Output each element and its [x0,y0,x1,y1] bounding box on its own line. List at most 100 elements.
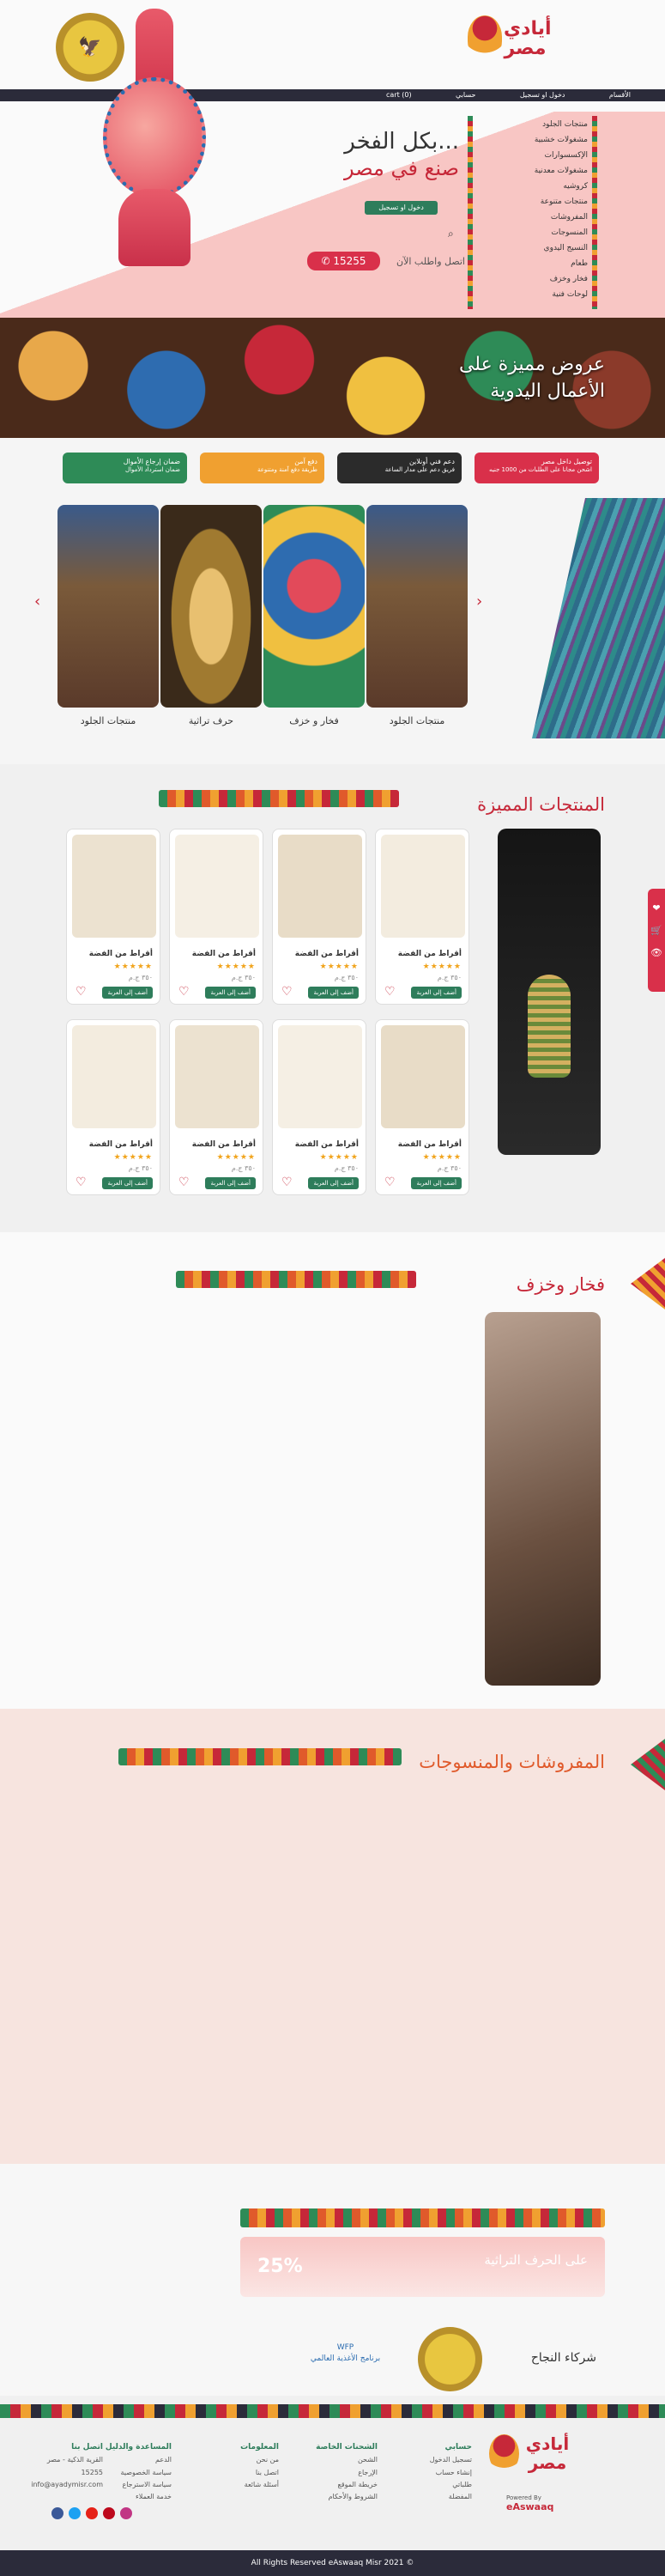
category-6[interactable]: منتجات متنوعة [541,197,588,206]
nav-categories[interactable]: الأقسام [609,91,631,100]
instagram-icon[interactable] [120,2507,132,2519]
footer-link[interactable]: اتصل بنا [189,2467,279,2479]
product-name[interactable]: أقراط من الفضة [398,1140,462,1149]
thumb-1[interactable] [366,505,468,708]
product-image[interactable] [278,1025,362,1128]
youtube-icon[interactable] [86,2507,98,2519]
footer-link[interactable]: 15255 [13,2467,103,2479]
register-button[interactable]: دخول او تسجيل [365,201,438,215]
product-image[interactable] [72,1025,156,1128]
product-image[interactable] [278,835,362,938]
category-5[interactable]: كروشيه [563,182,588,191]
product-name[interactable]: أقراط من الفضة [295,1140,359,1149]
add-to-cart-button[interactable]: أضف إلى العربة [102,1177,153,1189]
phone-button[interactable]: ✆ 15255 [307,252,380,270]
logo[interactable]: أيادي مصر [468,7,552,80]
category-1[interactable]: منتجات الجلود [542,120,588,129]
search-icon[interactable]: ⌕ [448,228,454,240]
product-name[interactable]: أقراط من الفضة [192,1140,256,1149]
service-3[interactable]: دفع آمن طريقة دفع آمنة ومتنوعة [200,453,324,483]
thumb-3-label[interactable]: حرف تراثية [160,715,262,726]
product-card[interactable]: أقراط من الفضة ★★★★★ ٣٥٠ ج.م أضف إلى العربة… [169,1019,263,1195]
product-name[interactable]: أقراط من الفضة [295,950,359,958]
add-to-cart-button[interactable]: أضف إلى العربة [411,987,462,999]
category-10[interactable]: طعام [571,259,588,268]
category-2[interactable]: مشغولات خشبية [535,136,588,144]
add-to-cart-button[interactable]: أضف إلى العربة [308,987,359,999]
product-name[interactable]: أقراط من الفضة [89,950,153,958]
wishlist-icon[interactable]: ❤ [648,897,665,920]
heart-icon[interactable]: ♡ [384,1176,396,1188]
footer-link[interactable]: خريطة الموقع [287,2479,378,2491]
category-3[interactable]: الإكسسوارات [545,151,588,160]
nav-account[interactable]: حسابي [456,91,475,100]
product-image[interactable] [72,835,156,938]
product-name[interactable]: أقراط من الفضة [89,1140,153,1149]
footer-link[interactable]: الشروط والأحكام [287,2491,378,2503]
pinterest-icon[interactable] [103,2507,115,2519]
product-card[interactable]: أقراط من الفضة ★★★★★ ٣٥٠ ج.م أضف إلى العربة… [272,829,366,1005]
thumb-2[interactable] [263,505,365,708]
product-card[interactable]: أقراط من الفضة ★★★★★ ٣٥٠ ج.م أضف إلى العربة… [169,829,263,1005]
facebook-icon[interactable] [51,2507,63,2519]
heart-icon[interactable]: ♡ [384,986,396,998]
heart-icon[interactable]: ♡ [281,986,293,998]
heart-icon[interactable]: ♡ [76,1176,87,1188]
footer-link[interactable]: طلباتي [382,2479,472,2491]
category-4[interactable]: مشغولات معدنية [535,167,588,175]
twitter-icon[interactable] [69,2507,81,2519]
category-8[interactable]: المنسوجات [551,228,588,237]
category-12[interactable]: لوحات فنية [552,290,588,299]
product-card[interactable]: أقراط من الفضة ★★★★★ ٣٥٠ ج.م أضف إلى العربة… [375,829,469,1005]
carousel-next-icon[interactable]: › [476,592,482,611]
footer-link[interactable]: info@ayadymisr.com [13,2479,103,2491]
footer-link[interactable]: الشحن [287,2454,378,2466]
powered-brand[interactable]: eAswaaq [506,2501,583,2512]
category-7[interactable]: المفروشات [551,213,588,222]
carousel-prev-icon[interactable]: ‹ [34,592,40,611]
thumb-4[interactable] [57,505,159,708]
footer-link[interactable]: المفضلة [382,2491,472,2503]
pottery-ad[interactable] [485,1312,601,1686]
footer-link[interactable]: القرية الذكية - مصر [13,2454,103,2466]
thumb-2-label[interactable]: فخار و خزف [263,715,365,726]
earring-ad[interactable] [498,829,601,1155]
thumb-4-label[interactable]: منتجات الجلود [57,715,159,726]
footer-link[interactable]: خدمة العملاء [82,2491,172,2503]
category-9[interactable]: النسيج اليدوي [544,244,588,252]
footer-link[interactable]: إنشاء حساب [382,2467,472,2479]
product-name[interactable]: أقراط من الفضة [192,950,256,958]
service-2[interactable]: دعم فني أونلاين فريق دعم على مدار الساعة [337,453,462,483]
footer-link[interactable]: تسجيل الدخول [382,2454,472,2466]
cart-icon[interactable]: 🛒 [648,920,665,942]
footer-logo[interactable]: أيادي مصر [489,2430,583,2482]
service-4[interactable]: ضمان إرجاع الأموال ضمان استرداد الأموال [63,453,187,483]
product-image[interactable] [381,835,465,938]
footer-link[interactable]: الإرجاع [287,2467,378,2479]
heart-icon[interactable]: ♡ [178,1176,190,1188]
add-to-cart-button[interactable]: أضف إلى العربة [205,987,256,999]
nav-cart[interactable]: (0) cart [386,91,412,100]
product-image[interactable] [175,1025,259,1128]
promo-banner[interactable]: 25% على الحرف التراثية [240,2237,605,2297]
view-icon[interactable]: 👁 [648,942,665,964]
product-card[interactable]: أقراط من الفضة ★★★★★ ٣٥٠ ج.م أضف إلى العربة… [66,1019,160,1195]
add-to-cart-button[interactable]: أضف إلى العربة [411,1177,462,1189]
thumb-1-label[interactable]: منتجات الجلود [366,715,468,726]
nav-login[interactable]: دخول او تسجيل [520,91,565,100]
heart-icon[interactable]: ♡ [76,986,87,998]
product-card[interactable]: أقراط من الفضة ★★★★★ ٣٥٠ ج.م أضف إلى العربة… [272,1019,366,1195]
product-card[interactable]: أقراط من الفضة ★★★★★ ٣٥٠ ج.م أضف إلى العربة… [375,1019,469,1195]
product-name[interactable]: أقراط من الفضة [398,950,462,958]
service-1[interactable]: توصيل داخل مصر اشحن مجانا على الطلبات من… [475,453,599,483]
product-image[interactable] [175,835,259,938]
product-image[interactable] [381,1025,465,1128]
add-to-cart-button[interactable]: أضف إلى العربة [308,1177,359,1189]
footer-link[interactable]: من نحن [189,2454,279,2466]
footer-link[interactable]: أسئلة شائعة [189,2479,279,2491]
heart-icon[interactable]: ♡ [178,986,190,998]
thumb-3[interactable] [160,505,262,708]
category-11[interactable]: فخار وخزف [550,275,588,283]
add-to-cart-button[interactable]: أضف إلى العربة [102,987,153,999]
add-to-cart-button[interactable]: أضف إلى العربة [205,1177,256,1189]
